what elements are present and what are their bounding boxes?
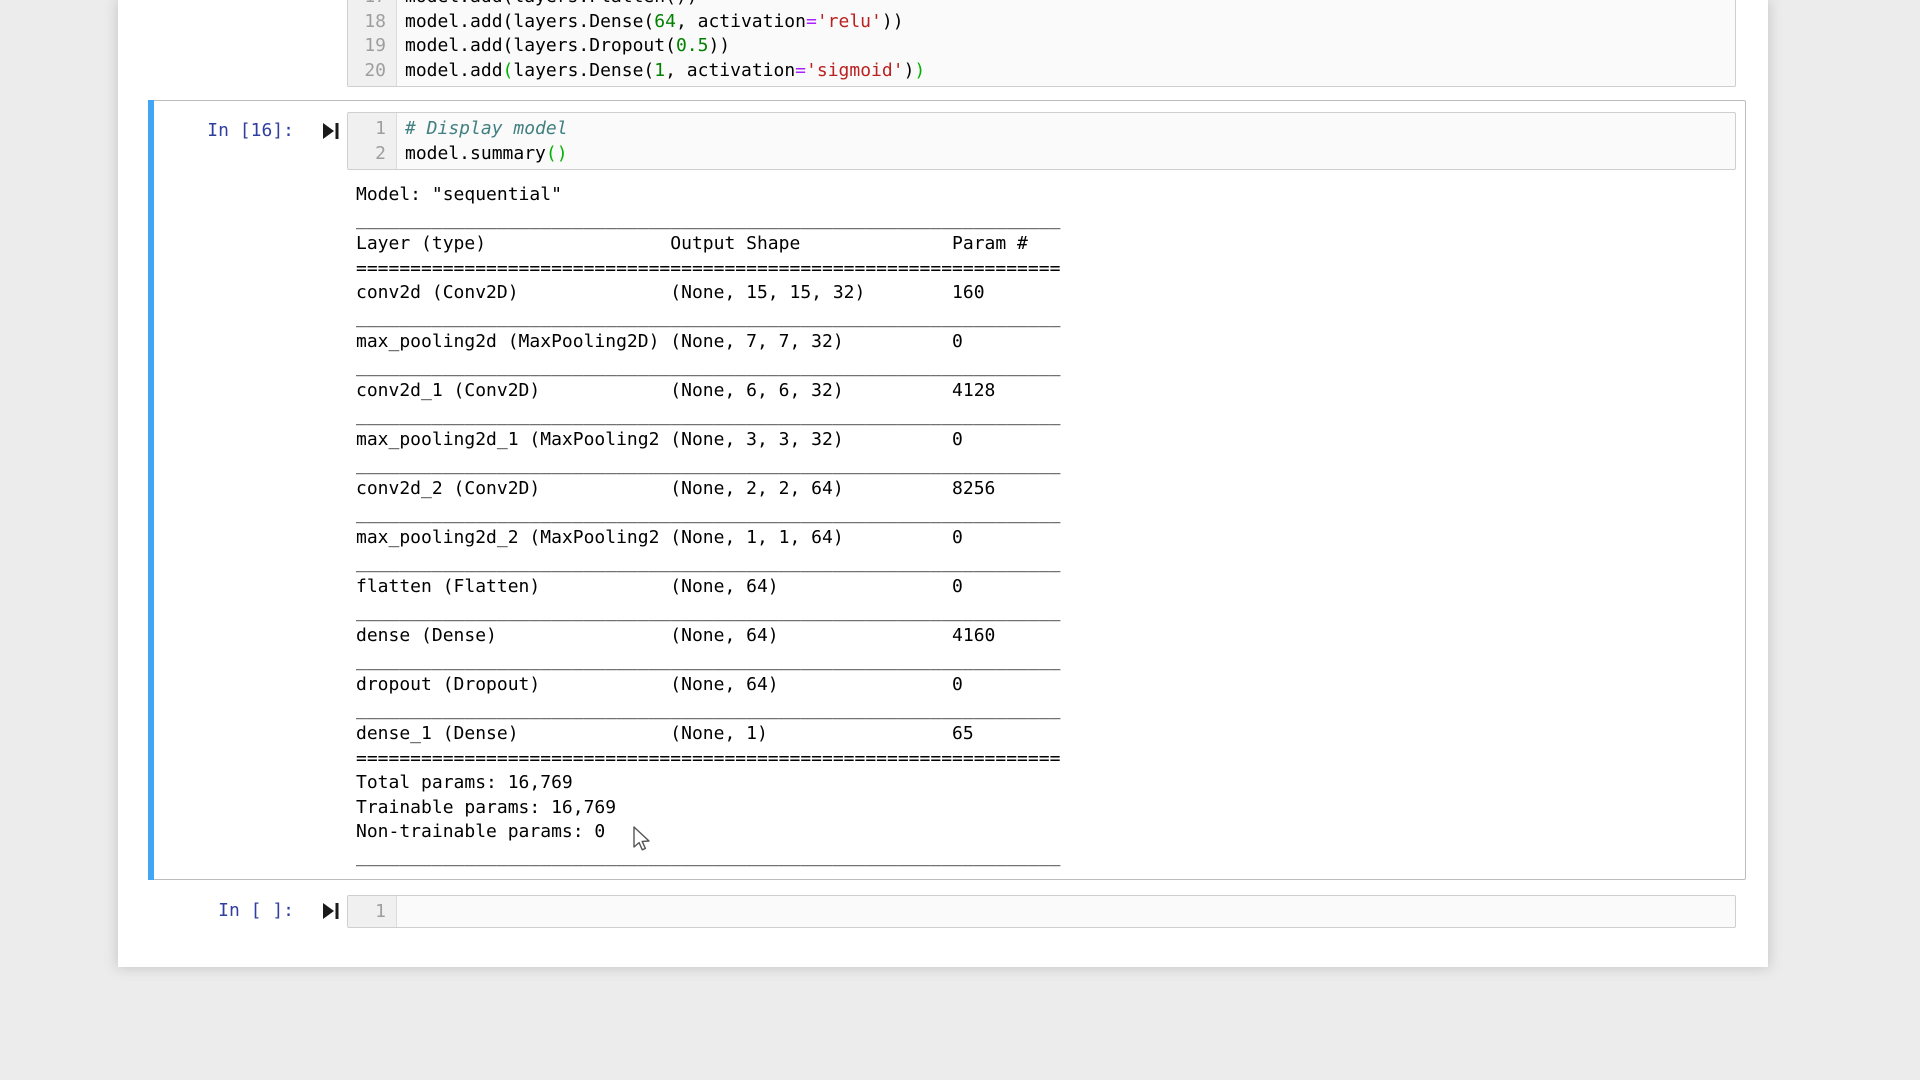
code-text: model.add(layers.Dense(64, activation='r… [396, 10, 904, 35]
output-line: dense_1 (Dense) (None, 1) 65 [356, 722, 1060, 747]
code-line: 17model.add(layers.Flatten()) [348, 0, 1735, 10]
output-line: ________________________________________… [356, 600, 1060, 625]
output-line: Layer (type) Output Shape Param # [356, 232, 1060, 257]
output-line: conv2d_2 (Conv2D) (None, 2, 2, 64) 8256 [356, 477, 1060, 502]
line-number: 17 [348, 0, 396, 10]
run-cell-icon[interactable] [322, 901, 340, 921]
output-line: Non-trainable params: 0 [356, 820, 1060, 845]
model-summary-output: Model: "sequential"_____________________… [356, 183, 1060, 869]
line-number: 20 [348, 59, 396, 84]
output-line: ________________________________________… [356, 404, 1060, 429]
code-line: 20model.add(layers.Dense(1, activation='… [348, 59, 1735, 84]
output-line: ========================================… [356, 747, 1060, 772]
input-prompt-empty: In [ ]: [154, 899, 294, 924]
code-text: model.add(layers.Flatten()) [396, 0, 698, 10]
output-line: conv2d (Conv2D) (None, 15, 15, 32) 160 [356, 281, 1060, 306]
line-number: 2 [348, 142, 396, 167]
output-line: ________________________________________… [356, 208, 1060, 233]
code-text: model.add(layers.Dense(1, activation='si… [396, 59, 925, 84]
line-number: 1 [348, 900, 396, 925]
code-text: model.add(layers.Dropout(0.5)) [396, 34, 730, 59]
output-line: ________________________________________… [356, 649, 1060, 674]
line-number: 18 [348, 10, 396, 35]
code-text: # Display model [396, 117, 568, 142]
output-line: flatten (Flatten) (None, 64) 0 [356, 575, 1060, 600]
output-line: ________________________________________… [356, 845, 1060, 870]
output-line: ========================================… [356, 257, 1060, 282]
output-line: ________________________________________… [356, 698, 1060, 723]
code-input-area-16[interactable]: 1# Display model2model.summary() [347, 112, 1736, 170]
output-line: max_pooling2d (MaxPooling2D) (None, 7, 7… [356, 330, 1060, 355]
output-line: max_pooling2d_2 (MaxPooling2 (None, 1, 1… [356, 526, 1060, 551]
input-prompt-16: In [16]: [154, 119, 294, 144]
output-line: ________________________________________… [356, 355, 1060, 380]
output-line: ________________________________________… [356, 551, 1060, 576]
output-line: ________________________________________… [356, 453, 1060, 478]
output-line: Model: "sequential" [356, 183, 1060, 208]
line-number: 19 [348, 34, 396, 59]
code-input-area-top[interactable]: 17model.add(layers.Flatten())18model.add… [347, 0, 1736, 87]
code-line: 2model.summary() [348, 142, 1735, 167]
output-line: ________________________________________… [356, 502, 1060, 527]
notebook-container: 17model.add(layers.Flatten())18model.add… [118, 0, 1768, 967]
code-line: 1# Display model [348, 117, 1735, 142]
output-line: ________________________________________… [356, 306, 1060, 331]
code-text: model.summary() [396, 142, 568, 167]
output-line: dense (Dense) (None, 64) 4160 [356, 624, 1060, 649]
output-line: conv2d_1 (Conv2D) (None, 6, 6, 32) 4128 [356, 379, 1060, 404]
code-line: 19model.add(layers.Dropout(0.5)) [348, 34, 1735, 59]
output-line: Trainable params: 16,769 [356, 796, 1060, 821]
line-number: 1 [348, 117, 396, 142]
code-input-area-empty[interactable]: 1 [347, 895, 1736, 928]
code-line: 18model.add(layers.Dense(64, activation=… [348, 10, 1735, 35]
selected-cell-indicator [148, 100, 154, 880]
output-line: Total params: 16,769 [356, 771, 1060, 796]
mouse-cursor [632, 826, 654, 858]
code-line: 1 [348, 900, 1735, 925]
output-line: dropout (Dropout) (None, 64) 0 [356, 673, 1060, 698]
run-cell-icon[interactable] [322, 121, 340, 141]
output-line: max_pooling2d_1 (MaxPooling2 (None, 3, 3… [356, 428, 1060, 453]
